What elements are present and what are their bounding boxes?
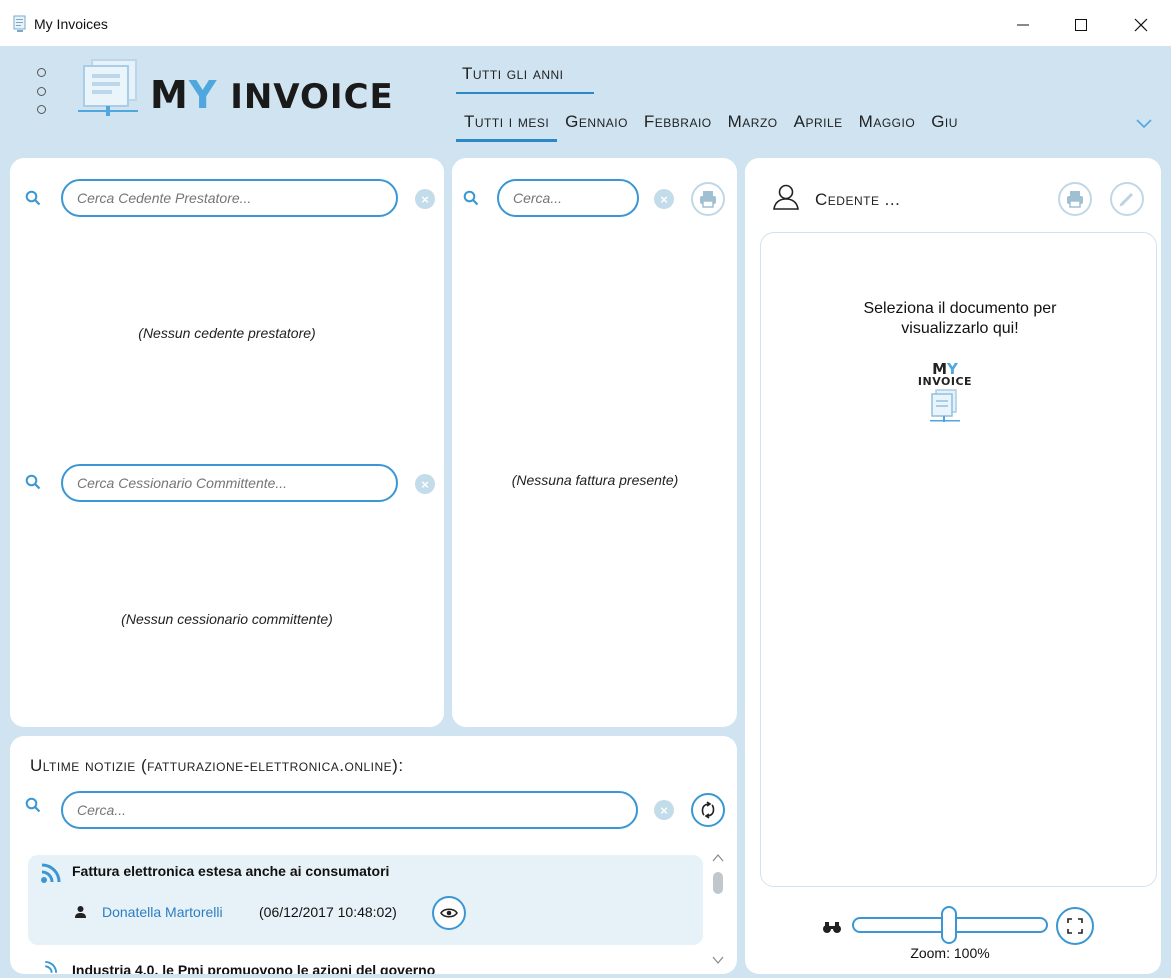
rss-feed-icon <box>45 960 58 973</box>
zoom-slider-handle[interactable] <box>941 906 957 944</box>
rss-feed-icon <box>41 863 61 883</box>
clear-news-search-icon[interactable]: × <box>654 800 674 820</box>
cedente-empty-message: (Nessun cedente prestatore) <box>138 325 316 341</box>
tab-month-all[interactable]: Tutti i mesi <box>456 108 558 142</box>
person-icon <box>75 906 86 918</box>
month-tabs: Tutti i mesi Gennaio Febbraio Marzo Apri… <box>456 108 1156 142</box>
mini-app-logo: MY INVOICE <box>915 362 975 448</box>
cedente-label: Cedente ... <box>815 190 901 209</box>
print-invoices-button[interactable] <box>691 182 725 216</box>
search-icon <box>463 190 479 206</box>
edit-document-button[interactable] <box>1110 182 1144 216</box>
clear-invoice-search-icon[interactable]: × <box>654 189 674 209</box>
minimize-button[interactable] <box>1000 6 1046 44</box>
news-item-title[interactable]: Fattura elettronica estesa anche ai cons… <box>72 863 389 879</box>
chevron-down-icon[interactable] <box>1135 114 1153 132</box>
tab-month-maggio[interactable]: Maggio <box>851 108 924 138</box>
printer-icon <box>700 191 716 208</box>
cedente-search-input[interactable] <box>61 179 398 217</box>
cessionario-empty-message: (Nessun cessionario committente) <box>121 611 333 627</box>
search-icon <box>25 190 41 206</box>
invoices-empty-message: (Nessuna fattura presente) <box>511 472 679 488</box>
invoices-panel <box>452 158 737 727</box>
tab-month-gennaio[interactable]: Gennaio <box>557 108 636 138</box>
close-icon <box>1134 18 1148 32</box>
eye-icon <box>440 908 458 918</box>
news-item-author-link[interactable]: Donatella Martorelli <box>102 904 223 920</box>
view-news-button[interactable] <box>432 896 466 930</box>
print-document-button[interactable] <box>1058 182 1092 216</box>
printer-icon <box>1067 191 1083 208</box>
cessionario-search-input[interactable] <box>61 464 398 502</box>
zoom-label: Zoom: 100% <box>910 945 990 961</box>
tab-month-giugno[interactable]: Giu <box>923 108 966 138</box>
binoculars-icon <box>823 922 841 933</box>
tab-month-marzo[interactable]: Marzo <box>720 108 786 138</box>
viewer-placeholder-message: Seleziona il documento per visualizzarlo… <box>863 300 1057 337</box>
scroll-up-icon[interactable] <box>711 852 725 864</box>
app-logo-text: MY INVOICE <box>150 73 394 117</box>
maximize-icon <box>1075 19 1087 31</box>
logo-monitor-icon <box>930 389 960 422</box>
expand-icon <box>1067 918 1083 934</box>
scroll-down-icon[interactable] <box>711 954 725 966</box>
news-item-title[interactable]: Industria 4.0, le Pmi promuovono le azio… <box>72 962 435 974</box>
minimize-icon <box>1017 24 1029 26</box>
refresh-icon <box>701 801 715 819</box>
menu-dots-icon[interactable] <box>37 68 47 114</box>
invoice-app-icon <box>13 15 26 32</box>
search-icon <box>25 474 41 490</box>
close-button[interactable] <box>1118 6 1164 44</box>
window-titlebar: My Invoices <box>0 0 1171 46</box>
window-title: My Invoices <box>34 16 108 32</box>
logo-monitor-icon <box>78 59 138 116</box>
parties-panel <box>10 158 444 727</box>
tab-all-years[interactable]: Tutti gli anni <box>456 64 594 94</box>
tab-month-aprile[interactable]: Aprile <box>786 108 851 138</box>
news-scrollbar-thumb[interactable] <box>713 872 723 894</box>
search-icon <box>25 797 41 813</box>
user-outline-icon <box>773 184 799 210</box>
refresh-news-button[interactable] <box>691 793 725 827</box>
clear-cessionario-search-icon[interactable]: × <box>415 474 435 494</box>
fullscreen-button[interactable] <box>1056 907 1094 945</box>
tab-underline <box>456 92 594 94</box>
invoice-search-input[interactable] <box>497 179 639 217</box>
pencil-icon <box>1119 192 1134 207</box>
tab-all-years-label: Tutti gli anni <box>462 64 564 83</box>
news-heading: Ultime notizie (fatturazione-elettronica… <box>30 756 404 775</box>
clear-cedente-search-icon[interactable]: × <box>415 189 435 209</box>
tab-month-febbraio[interactable]: Febbraio <box>636 108 720 138</box>
news-search-input[interactable] <box>61 791 638 829</box>
maximize-button[interactable] <box>1058 6 1104 44</box>
news-item-date: (06/12/2017 10:48:02) <box>259 904 397 920</box>
